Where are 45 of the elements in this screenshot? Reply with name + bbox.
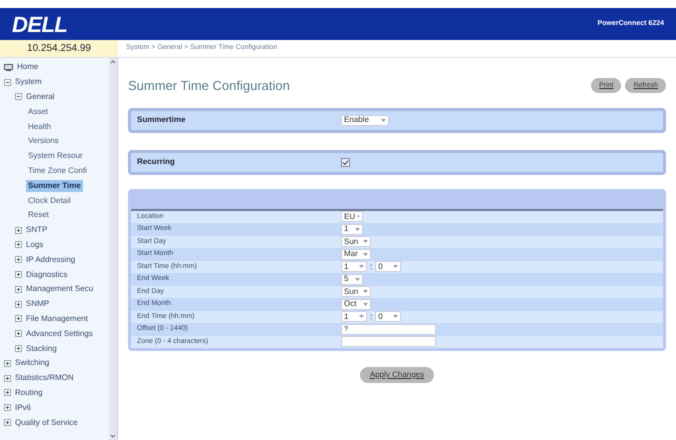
tree-item[interactable]: SNTP — [26, 224, 48, 236]
tree-item[interactable]: Advanced Settings — [26, 328, 93, 340]
tree-item[interactable]: Statistics/RMON — [15, 372, 74, 384]
tree-item[interactable]: Quality of Service — [15, 416, 78, 429]
tree-item[interactable]: Reset — [26, 209, 51, 222]
minute-select[interactable]: 0 — [375, 311, 402, 322]
tree-item[interactable]: System Resour — [26, 150, 85, 162]
tree-item[interactable]: General — [26, 90, 54, 103]
tree-item[interactable]: Logs — [26, 238, 44, 251]
field-select[interactable]: 1 — [341, 224, 363, 235]
tree-item[interactable]: Time Zone Confi — [26, 164, 89, 177]
tree-item[interactable]: Switching — [15, 357, 50, 370]
time-separator: : — [370, 310, 372, 323]
dell-logo: DELL — [12, 10, 68, 38]
tree-item[interactable]: Stacking — [26, 342, 57, 355]
field-select[interactable]: Oct — [341, 298, 371, 310]
field-select[interactable]: 5 — [341, 274, 363, 285]
tree-item[interactable]: System — [15, 76, 42, 88]
page-title: Summer Time Configuration — [128, 77, 290, 95]
tree-item[interactable]: Diagnostics — [26, 268, 68, 281]
tree-item[interactable]: Summer Time — [26, 180, 83, 192]
tree-item[interactable]: Clock Detail — [26, 194, 73, 207]
tree-item[interactable]: Home — [17, 61, 38, 74]
field-select[interactable]: Sun — [341, 236, 371, 248]
tree-item[interactable]: SNMP — [26, 298, 50, 310]
hour-select[interactable]: 1 — [341, 261, 367, 272]
field-label: Summertime — [136, 114, 186, 126]
tree-item[interactable]: Versions — [26, 135, 61, 148]
tree-item[interactable]: IP Addressing — [26, 254, 76, 266]
device-ip: 10.254.254.99 — [0, 40, 118, 57]
tree-item[interactable]: Routing — [15, 386, 43, 399]
tree-item[interactable]: Asset — [26, 106, 50, 118]
summertime-select[interactable]: Enable — [341, 114, 389, 126]
field-select[interactable]: EU — [341, 211, 363, 222]
apply-changes-button[interactable]: Apply Changes — [360, 367, 434, 383]
tree-item[interactable]: File Management — [26, 312, 88, 325]
hour-select[interactable]: 1 — [341, 311, 367, 322]
field-select[interactable]: Mar — [341, 248, 371, 260]
field-select[interactable]: Sun — [341, 286, 371, 298]
tree-item[interactable]: Management Secu — [26, 283, 94, 296]
time-separator: : — [370, 260, 372, 273]
minute-select[interactable]: 0 — [375, 261, 402, 272]
field-label: Recurring — [136, 156, 176, 168]
tree-item[interactable]: Health — [26, 120, 54, 133]
tree-item[interactable]: IPv6 — [15, 402, 32, 414]
